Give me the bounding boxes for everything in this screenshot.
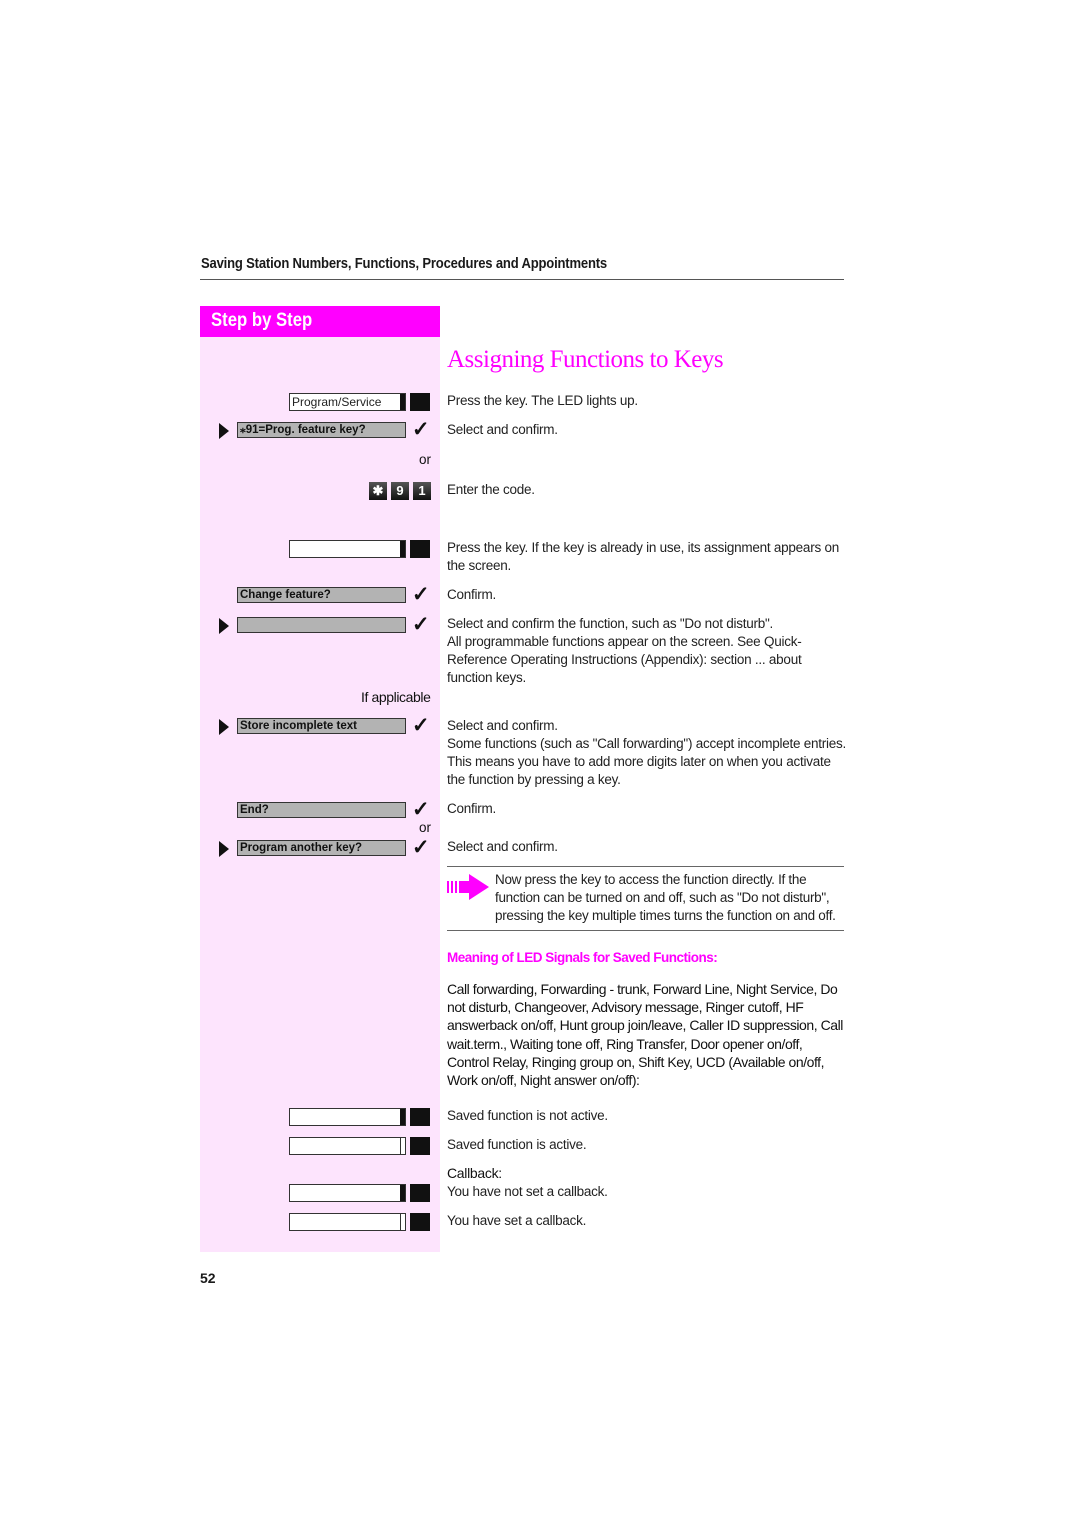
led-signals-heading: Meaning of LED Signals for Saved Functio… — [447, 950, 718, 965]
instruction-text: Press the key. If the key is already in … — [447, 540, 839, 574]
confirm-check-icon: ✓ — [412, 798, 430, 821]
digit-1-key[interactable]: 1 — [413, 482, 431, 500]
select-arrow-icon — [219, 618, 229, 634]
section-title: Saving Station Numbers, Functions, Proce… — [201, 256, 608, 272]
led-indicator-icon — [400, 541, 405, 557]
instruction-text: Select and confirm. — [447, 839, 558, 854]
or-label: or — [419, 452, 432, 467]
function-key[interactable] — [289, 540, 406, 558]
select-arrow-icon — [219, 423, 229, 439]
select-arrow-icon — [219, 719, 229, 735]
instruction-text: Press the key. The LED lights up. — [447, 393, 638, 408]
led-indicator-icon — [400, 394, 405, 410]
instruction-text: Enter the code. — [447, 482, 535, 497]
or-label: or — [419, 820, 432, 835]
digit-9-key[interactable]: 9 — [391, 482, 409, 500]
instruction-text: Select and confirm. — [447, 718, 558, 733]
header-divider — [200, 279, 844, 280]
instruction-text: All programmable functions appear on the… — [447, 634, 802, 686]
led-off-icon — [400, 1109, 405, 1125]
page-heading: Assigning Functions to Keys — [447, 346, 724, 373]
callback-not-set-key — [289, 1184, 406, 1202]
instruction-text: Some functions (such as "Call forwarding… — [447, 736, 847, 788]
led-functions-list: Call forwarding, Forwarding - trunk, For… — [447, 981, 843, 1089]
instruction-text: Select and confirm. — [447, 422, 558, 437]
confirm-check-icon: ✓ — [412, 613, 430, 636]
step-by-step-banner: Step by Step — [200, 306, 440, 337]
confirm-check-icon: ✓ — [412, 714, 430, 737]
callback-heading: Callback: — [447, 1165, 502, 1181]
if-applicable-label: If applicable — [361, 689, 431, 705]
led-on-icon — [400, 1138, 405, 1154]
instruction-text: Confirm. — [447, 801, 497, 816]
program-service-key[interactable]: Program/Service — [289, 393, 406, 411]
led-on-key — [289, 1137, 406, 1155]
led-off-icon — [400, 1185, 405, 1201]
instruction-text: Confirm. — [447, 587, 497, 602]
change-feature-display[interactable]: Change feature? — [237, 587, 406, 603]
prog-feature-key-display[interactable]: ⁎91=Prog. feature key? — [237, 422, 406, 438]
key-button-icon — [410, 1108, 430, 1126]
confirm-check-icon: ✓ — [412, 583, 430, 606]
led-off-key — [289, 1108, 406, 1126]
confirm-check-icon: ✓ — [412, 418, 430, 441]
note-divider-bottom — [447, 930, 844, 931]
program-service-key-label: Program/Service — [292, 395, 382, 409]
page-number: 52 — [200, 1270, 216, 1286]
led-on-icon — [400, 1214, 405, 1230]
note-divider-top — [447, 866, 844, 867]
key-button-icon — [410, 540, 430, 558]
led-state-text: Saved function is not active. — [447, 1108, 608, 1123]
store-incomplete-text-display[interactable]: Store incomplete text — [237, 718, 406, 734]
led-state-text: You have not set a callback. — [447, 1184, 608, 1199]
key-button-icon — [410, 1184, 430, 1202]
callback-set-key — [289, 1213, 406, 1231]
key-button-icon — [410, 393, 430, 411]
note-text: Now press the key to access the function… — [495, 872, 836, 924]
star-key[interactable]: ✱ — [369, 482, 387, 500]
led-state-text: Saved function is active. — [447, 1137, 587, 1152]
key-button-icon — [410, 1137, 430, 1155]
program-another-key-display[interactable]: Program another key? — [237, 840, 406, 856]
confirm-check-icon: ✓ — [412, 836, 430, 859]
note-arrow-icon — [447, 874, 489, 900]
led-state-text: You have set a callback. — [447, 1213, 587, 1228]
function-select-display[interactable] — [237, 617, 406, 633]
select-arrow-icon — [219, 841, 229, 857]
end-display[interactable]: End? — [237, 802, 406, 818]
key-button-icon — [410, 1213, 430, 1231]
instruction-text: Select and confirm the function, such as… — [447, 616, 774, 631]
step-by-step-label: Step by Step — [211, 310, 313, 331]
